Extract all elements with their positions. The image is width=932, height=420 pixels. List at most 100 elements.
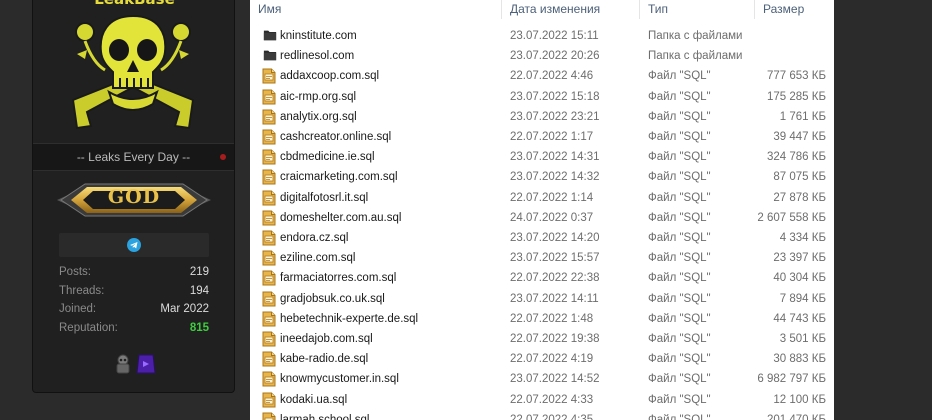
file-row[interactable]: larmah.school.sql 22.07.2022 4:35 Файл "SQ… xyxy=(250,410,834,420)
telegram-link[interactable] xyxy=(59,233,209,257)
file-size: 39 447 КБ xyxy=(773,131,826,143)
file-row[interactable]: farmaciatorres.com.sql 22.07.2022 22:38 Фа… xyxy=(250,268,834,288)
stat-reputation: Reputation: 815 xyxy=(59,321,209,334)
sql-file-icon xyxy=(262,129,276,145)
stat-posts: Posts: 219 xyxy=(59,266,209,278)
file-row[interactable]: gradjobsuk.co.uk.sql 23.07.2022 14:11 Файл… xyxy=(250,289,834,309)
file-row[interactable]: domeshelter.com.au.sql 24.07.2022 0:37 Фай… xyxy=(250,208,834,228)
file-size xyxy=(740,46,826,66)
sql-file-icon xyxy=(262,351,276,367)
column-size[interactable]: Размер xyxy=(755,0,834,19)
file-name: cbdmedicine.ie.sql xyxy=(280,151,375,164)
file-type: Файл "SQL" xyxy=(648,110,711,123)
award-icons xyxy=(116,354,156,374)
stat-joined: Joined: Mar 2022 xyxy=(59,303,209,315)
file-date: 23.07.2022 14:32 xyxy=(510,171,600,184)
file-date: 23.07.2022 14:11 xyxy=(510,292,599,305)
file-row[interactable]: addaxcoop.com.sql 22.07.2022 4:46 Файл "SQ… xyxy=(250,66,834,86)
file-row[interactable]: knowmycustomer.in.sql 23.07.2022 14:52 Фай… xyxy=(250,369,834,389)
file-type: Файл "SQL" xyxy=(648,70,711,83)
file-row[interactable]: endora.cz.sql 23.07.2022 14:20 Файл "SQL" 4… xyxy=(250,228,834,248)
user-title-bar: -- Leaks Every Day -- xyxy=(33,143,234,171)
file-size: 44 743 КБ xyxy=(773,312,826,325)
file-date: 22.07.2022 22:38 xyxy=(510,272,600,285)
file-type: Файл "SQL" xyxy=(648,151,711,164)
file-date: 23.07.2022 15:57 xyxy=(510,252,600,265)
file-name: craicmarketing.com.sql xyxy=(280,171,398,184)
sql-file-icon xyxy=(262,89,276,105)
file-type: Файл "SQL" xyxy=(648,333,711,345)
file-date: 22.07.2022 4:46 xyxy=(510,70,594,83)
column-type[interactable]: Тип xyxy=(640,0,755,19)
file-type: Файл "SQL" xyxy=(648,232,711,244)
sql-file-icon xyxy=(262,250,276,266)
file-name: farmaciatorres.com.sql xyxy=(280,272,397,285)
username[interactable]: LeakBase xyxy=(33,0,236,8)
sql-file-icon xyxy=(262,311,276,327)
file-name: ineedajob.com.sql xyxy=(280,333,373,345)
file-row[interactable]: cbdmedicine.ie.sql 23.07.2022 14:31 Файл "… xyxy=(250,147,834,167)
file-type: Папка с файлами xyxy=(648,50,743,63)
file-date: 22.07.2022 4:33 xyxy=(510,393,594,406)
file-row[interactable]: eziline.com.sql 23.07.2022 15:57 Файл "SQL… xyxy=(250,248,834,268)
file-date: 23.07.2022 15:18 xyxy=(510,90,600,103)
file-size: 87 075 КБ xyxy=(773,171,826,184)
file-date: 22.07.2022 1:14 xyxy=(510,191,594,204)
user-title: -- Leaks Every Day -- xyxy=(76,150,191,164)
user-profile-panel: LeakBase -- Leaks Every Day -- xyxy=(32,0,235,393)
file-date: 22.07.2022 4:35 xyxy=(510,413,594,420)
file-explorer: Имя Дата изменения Тип Размер kninstitut… xyxy=(250,0,834,420)
file-row[interactable]: kodaki.ua.sql 22.07.2022 4:33 Файл "SQL" 12… xyxy=(250,390,834,410)
sql-file-icon xyxy=(262,68,276,84)
file-type: Файл "SQL" xyxy=(648,211,711,224)
sql-file-icon xyxy=(262,149,276,165)
file-name: cashcreator.online.sql xyxy=(280,131,392,143)
file-name: kninstitute.com xyxy=(280,30,357,42)
file-row[interactable]: kabe-radio.de.sql 22.07.2022 4:19 Файл "SQ… xyxy=(250,349,834,369)
file-type: Файл "SQL" xyxy=(648,413,711,420)
sql-file-icon xyxy=(262,412,276,420)
file-date: 23.07.2022 14:31 xyxy=(510,151,600,164)
file-name: domeshelter.com.au.sql xyxy=(280,211,402,224)
file-row[interactable]: digitalfotosrl.it.sql 22.07.2022 1:14 Файл… xyxy=(250,188,834,208)
purple-award-icon xyxy=(136,354,156,374)
file-row[interactable]: cashcreator.online.sql 22.07.2022 1:17 Фай… xyxy=(250,127,834,147)
file-row[interactable]: hebetechnik-experte.de.sql 22.07.2022 1:4… xyxy=(250,309,834,329)
column-date[interactable]: Дата изменения xyxy=(502,0,640,19)
file-row[interactable]: kninstitute.com 23.07.2022 15:11 Папка с ф… xyxy=(250,26,834,46)
file-size xyxy=(740,26,826,46)
column-header: Имя Дата изменения Тип Размер xyxy=(250,0,834,19)
file-size: 201 470 КБ xyxy=(766,413,826,420)
file-type: Файл "SQL" xyxy=(648,373,711,386)
column-name[interactable]: Имя xyxy=(250,0,502,19)
sql-file-icon xyxy=(262,210,276,226)
file-date: 22.07.2022 1:48 xyxy=(510,312,594,325)
sql-file-icon xyxy=(262,270,276,286)
rank-label: GOD xyxy=(107,186,161,208)
file-size: 777 653 КБ xyxy=(766,70,826,83)
file-row[interactable]: redlinesol.com 23.07.2022 20:26 Папка с фа… xyxy=(250,46,834,66)
file-size: 2 607 558 КБ xyxy=(757,211,826,224)
sql-file-icon xyxy=(262,331,276,347)
sql-file-icon xyxy=(262,291,276,307)
status-dot-icon xyxy=(220,154,226,160)
sql-file-icon xyxy=(262,230,276,246)
file-type: Файл "SQL" xyxy=(648,90,711,103)
file-type: Файл "SQL" xyxy=(648,131,711,143)
file-size: 40 304 КБ xyxy=(773,272,826,285)
file-type: Файл "SQL" xyxy=(648,272,711,285)
file-row[interactable]: analytix.org.sql 23.07.2022 23:21 Файл "SQ… xyxy=(250,107,834,127)
file-type: Файл "SQL" xyxy=(648,292,711,305)
file-date: 22.07.2022 1:17 xyxy=(510,131,594,143)
file-row[interactable]: craicmarketing.com.sql 23.07.2022 14:32 Фа… xyxy=(250,167,834,187)
file-row[interactable]: aic-rmp.org.sql 23.07.2022 15:18 Файл "SQL… xyxy=(250,87,834,107)
file-row[interactable]: ineedajob.com.sql 22.07.2022 19:38 Файл "S… xyxy=(250,329,834,349)
file-size: 1 761 КБ xyxy=(779,110,826,123)
file-date: 23.07.2022 15:11 xyxy=(510,30,599,42)
file-name: analytix.org.sql xyxy=(280,110,357,123)
file-type: Файл "SQL" xyxy=(648,393,711,406)
sql-file-icon xyxy=(262,190,276,206)
file-name: kodaki.ua.sql xyxy=(280,393,348,406)
file-date: 23.07.2022 14:52 xyxy=(510,373,600,386)
file-type: Файл "SQL" xyxy=(648,252,711,265)
